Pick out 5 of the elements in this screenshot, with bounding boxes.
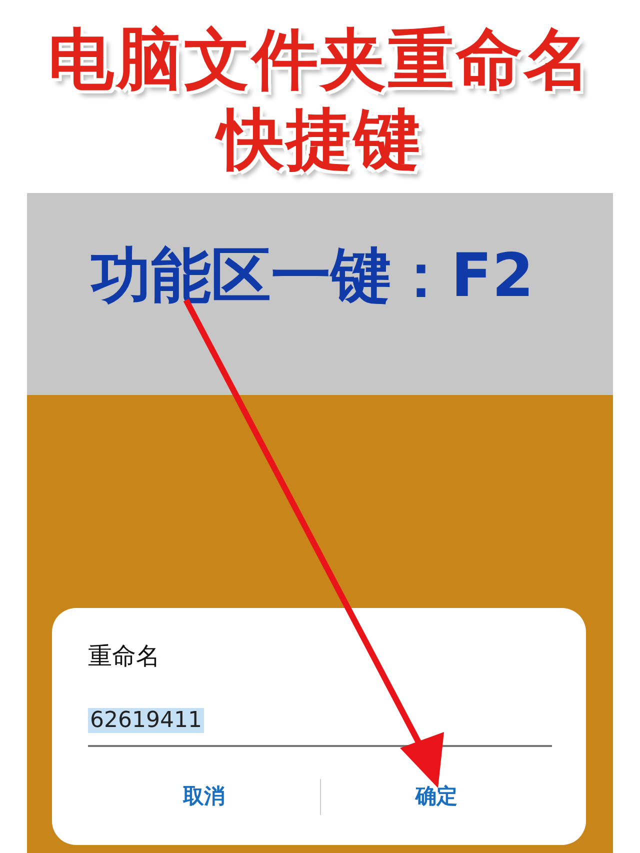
dialog-button[interactable]: 确定 xyxy=(405,777,468,816)
dialog-button[interactable]: 取消 xyxy=(172,777,235,816)
dialog-title: 重命名 xyxy=(88,641,161,672)
headline-text: 电脑文件夹重命名 xyxy=(48,20,592,100)
banner-text: 功能区一键：F2 xyxy=(91,241,535,311)
